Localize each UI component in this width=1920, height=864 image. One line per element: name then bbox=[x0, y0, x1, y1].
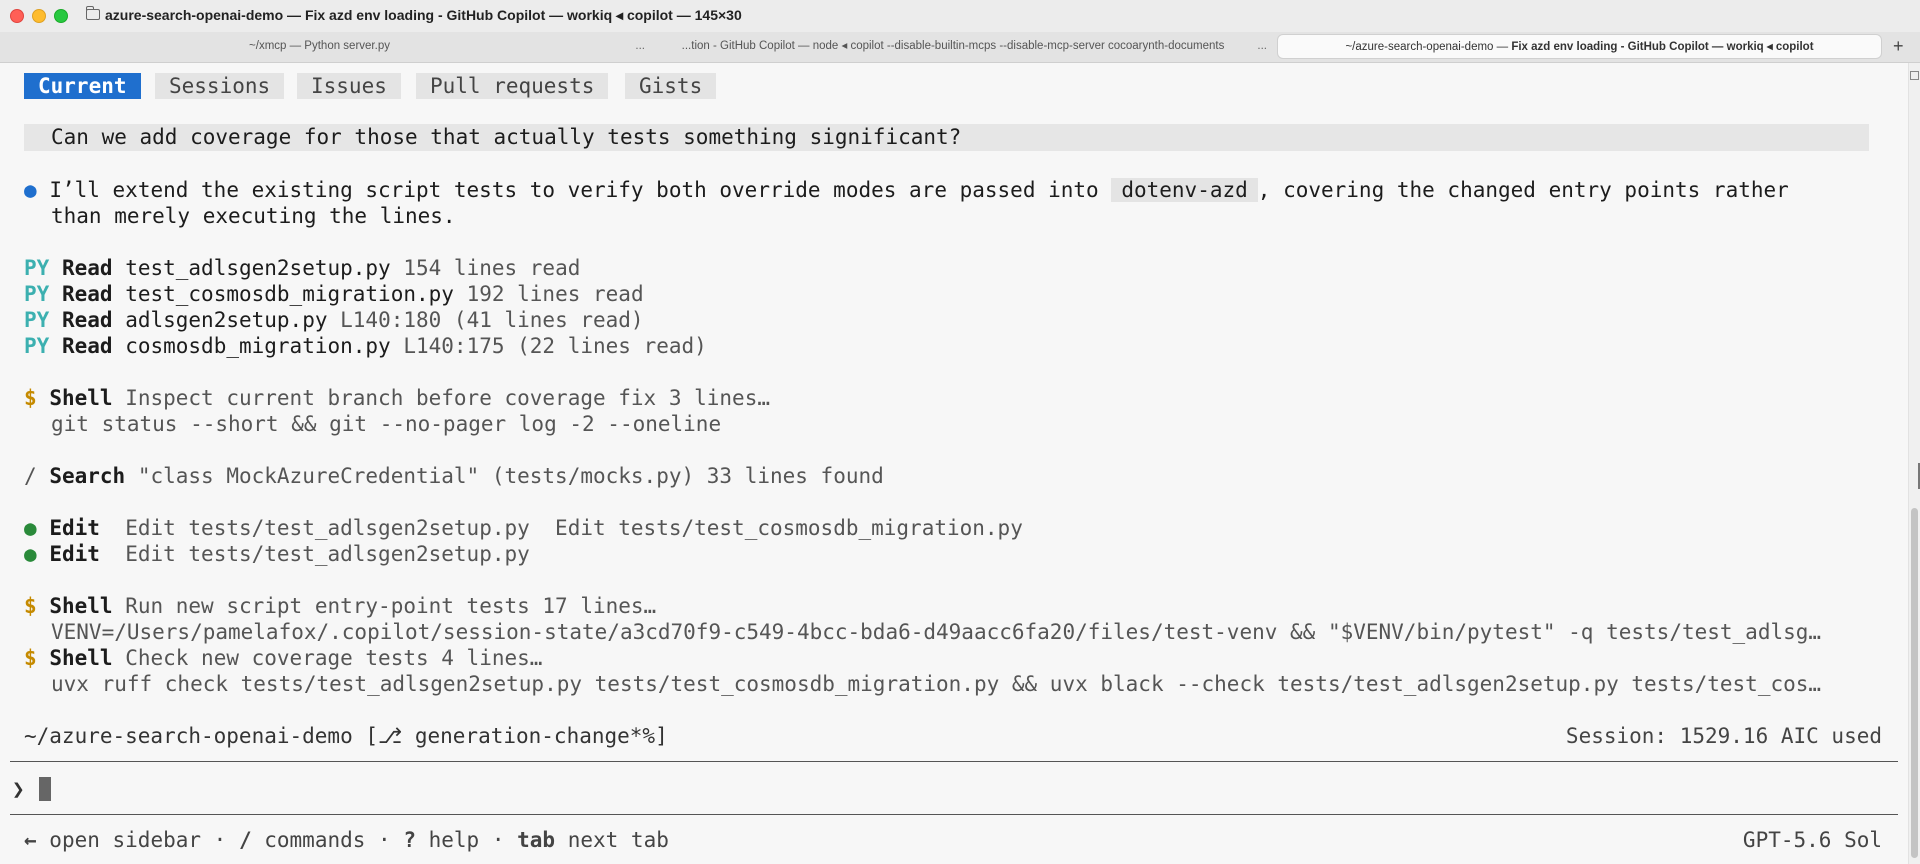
tab-label-prefix: ~/azure-search-openai-demo — bbox=[1345, 41, 1512, 53]
hint-key: tab bbox=[517, 828, 556, 852]
assistant-message-line: than merely executing the lines. bbox=[51, 204, 456, 228]
tool-read-row[interactable]: PY Read test_cosmosdb_migration.py 192 l… bbox=[24, 281, 644, 307]
search-icon: / bbox=[24, 464, 37, 488]
prompt-chevron-icon: ❯ bbox=[12, 777, 25, 801]
edit-status-icon: ● bbox=[24, 516, 37, 540]
tab-sessions[interactable]: Sessions bbox=[155, 73, 285, 99]
tool-verb: Shell bbox=[49, 646, 113, 670]
tool-detail: "class MockAzureCredential" (tests/mocks… bbox=[137, 464, 884, 488]
tool-verb: Read bbox=[61, 282, 113, 306]
arrow-left-icon: ← bbox=[24, 828, 37, 852]
terminal-tab-label: ...tion - GitHub Copilot — node ◂ copilo… bbox=[681, 40, 1225, 52]
tool-detail: L140:175 (22 lines read) bbox=[403, 334, 707, 358]
terminal-tab-label: ~/xmcp — Python server.py bbox=[249, 40, 390, 52]
tool-search-row[interactable]: / Search "class MockAzureCredential" (te… bbox=[24, 463, 884, 489]
tab-label-title: Fix azd env loading - GitHub Copilot — w… bbox=[1511, 41, 1814, 53]
shell-icon: $ bbox=[24, 594, 37, 618]
window-titlebar: azure-search-openai-demo — Fix azd env l… bbox=[0, 0, 1920, 32]
python-file-icon: PY bbox=[24, 256, 50, 280]
shell-icon: $ bbox=[24, 646, 37, 670]
tab-gists[interactable]: Gists bbox=[625, 73, 717, 99]
tool-detail: Edit tests/test_adlsgen2setup.py bbox=[125, 542, 530, 566]
tool-detail: Inspect current branch before coverage f… bbox=[125, 386, 770, 410]
folder-icon bbox=[86, 6, 100, 20]
tool-detail: 192 lines read bbox=[466, 282, 644, 306]
tool-verb: Read bbox=[61, 334, 113, 358]
tool-verb: Edit bbox=[49, 516, 100, 540]
file-name: test_cosmosdb_migration.py bbox=[125, 282, 454, 306]
window-title: azure-search-openai-demo — Fix azd env l… bbox=[105, 7, 742, 23]
tool-detail: Run new script entry-point tests 17 line… bbox=[125, 594, 657, 618]
python-file-icon: PY bbox=[24, 282, 50, 306]
input-top-border bbox=[10, 761, 1898, 762]
file-name: test_adlsgen2setup.py bbox=[125, 256, 391, 280]
terminal-tab-bar: ~/xmcp — Python server.py ... ...tion - … bbox=[0, 32, 1920, 63]
tool-verb: Read bbox=[61, 308, 113, 332]
assistant-text: I’ll extend the existing script tests to… bbox=[49, 178, 1099, 202]
prompt-input[interactable] bbox=[36, 770, 1896, 806]
tool-edit-row[interactable]: ● Edit Edit tests/test_adlsgen2setup.py … bbox=[24, 515, 1023, 541]
hint-key: ? bbox=[403, 828, 416, 852]
footer-hints: ← open sidebar · / commands · ? help · t… bbox=[24, 827, 669, 853]
tool-verb: Shell bbox=[49, 594, 113, 618]
scrollbar-thumb[interactable] bbox=[1911, 508, 1918, 858]
cwd-status: ~/azure-search-openai-demo [⎇ generation… bbox=[24, 724, 668, 748]
tool-shell-row[interactable]: $ Shell Run new script entry-point tests… bbox=[24, 593, 656, 619]
file-name: adlsgen2setup.py bbox=[125, 308, 328, 332]
tool-read-row[interactable]: PY Read test_adlsgen2setup.py 154 lines … bbox=[24, 255, 580, 281]
tool-verb: Read bbox=[61, 256, 113, 280]
hint-key: / bbox=[238, 828, 252, 852]
edit-status-icon: ● bbox=[24, 542, 37, 566]
assistant-message-line: ● I’ll extend the existing script tests … bbox=[24, 177, 1789, 203]
shell-command: git status --short && git --no-pager log… bbox=[51, 412, 722, 436]
zoom-window-button[interactable] bbox=[54, 9, 68, 23]
python-file-icon: PY bbox=[24, 308, 50, 332]
input-bottom-border bbox=[10, 814, 1898, 815]
scrollbar[interactable] bbox=[1908, 63, 1920, 864]
shell-command: VENV=/Users/pamelafox/.copilot/session-s… bbox=[51, 620, 1822, 644]
new-tab-button[interactable]: + bbox=[1893, 32, 1904, 61]
tool-detail: 154 lines read bbox=[403, 256, 581, 280]
shell-icon: $ bbox=[24, 386, 37, 410]
tool-shell-row[interactable]: $ Shell Inspect current branch before co… bbox=[24, 385, 770, 411]
model-name[interactable]: GPT-5.6 Sol bbox=[1743, 827, 1882, 853]
close-window-button[interactable] bbox=[10, 9, 24, 23]
terminal-tab-label: ~/azure-search-openai-demo — Fix azd env… bbox=[1278, 35, 1881, 58]
tool-edit-row[interactable]: ● Edit Edit tests/test_adlsgen2setup.py bbox=[24, 541, 530, 567]
tool-verb: Search bbox=[49, 464, 126, 488]
hint-text: open sidebar · bbox=[36, 828, 239, 852]
session-usage: Session: 1529.16 AIC used bbox=[1565, 724, 1882, 748]
tool-detail: Edit tests/test_adlsgen2setup.py Edit te… bbox=[125, 516, 1023, 540]
hint-text: commands · bbox=[251, 828, 404, 852]
assistant-bullet-icon: ● bbox=[24, 178, 37, 202]
tab-current[interactable]: Current bbox=[24, 73, 141, 99]
terminal-tab-xmcp[interactable]: ~/xmcp — Python server.py ... bbox=[10, 34, 653, 59]
tool-verb: Edit bbox=[49, 542, 100, 566]
python-file-icon: PY bbox=[24, 334, 50, 358]
hint-text: next tab bbox=[555, 828, 669, 852]
tool-verb: Shell bbox=[49, 386, 113, 410]
scroll-marker-icon bbox=[1910, 71, 1919, 80]
tool-read-row[interactable]: PY Read cosmosdb_migration.py L140:175 (… bbox=[24, 333, 707, 359]
tab-overflow-icon: ... bbox=[635, 40, 645, 52]
assistant-text: , covering the changed entry points rath… bbox=[1257, 178, 1789, 202]
tab-overflow-icon: ... bbox=[1257, 40, 1267, 52]
minimize-window-button[interactable] bbox=[32, 9, 46, 23]
user-message: Can we add coverage for those that actua… bbox=[51, 125, 962, 149]
inline-code: dotenv-azd bbox=[1111, 178, 1258, 202]
terminal-tab-copilot-node[interactable]: ...tion - GitHub Copilot — node ◂ copilo… bbox=[655, 34, 1275, 59]
hint-text: help · bbox=[415, 828, 518, 852]
file-name: cosmosdb_migration.py bbox=[125, 334, 391, 358]
terminal-tab-active[interactable]: ~/azure-search-openai-demo — Fix azd env… bbox=[1277, 34, 1882, 59]
shell-command: uvx ruff check tests/test_adlsgen2setup.… bbox=[51, 672, 1822, 696]
tool-read-row[interactable]: PY Read adlsgen2setup.py L140:180 (41 li… bbox=[24, 307, 644, 333]
tool-detail: Check new coverage tests 4 lines… bbox=[125, 646, 543, 670]
tool-shell-row[interactable]: $ Shell Check new coverage tests 4 lines… bbox=[24, 645, 542, 671]
tab-issues[interactable]: Issues bbox=[297, 73, 401, 99]
tool-detail: L140:180 (41 lines read) bbox=[340, 308, 644, 332]
tab-pull-requests[interactable]: Pull requests bbox=[416, 73, 609, 99]
